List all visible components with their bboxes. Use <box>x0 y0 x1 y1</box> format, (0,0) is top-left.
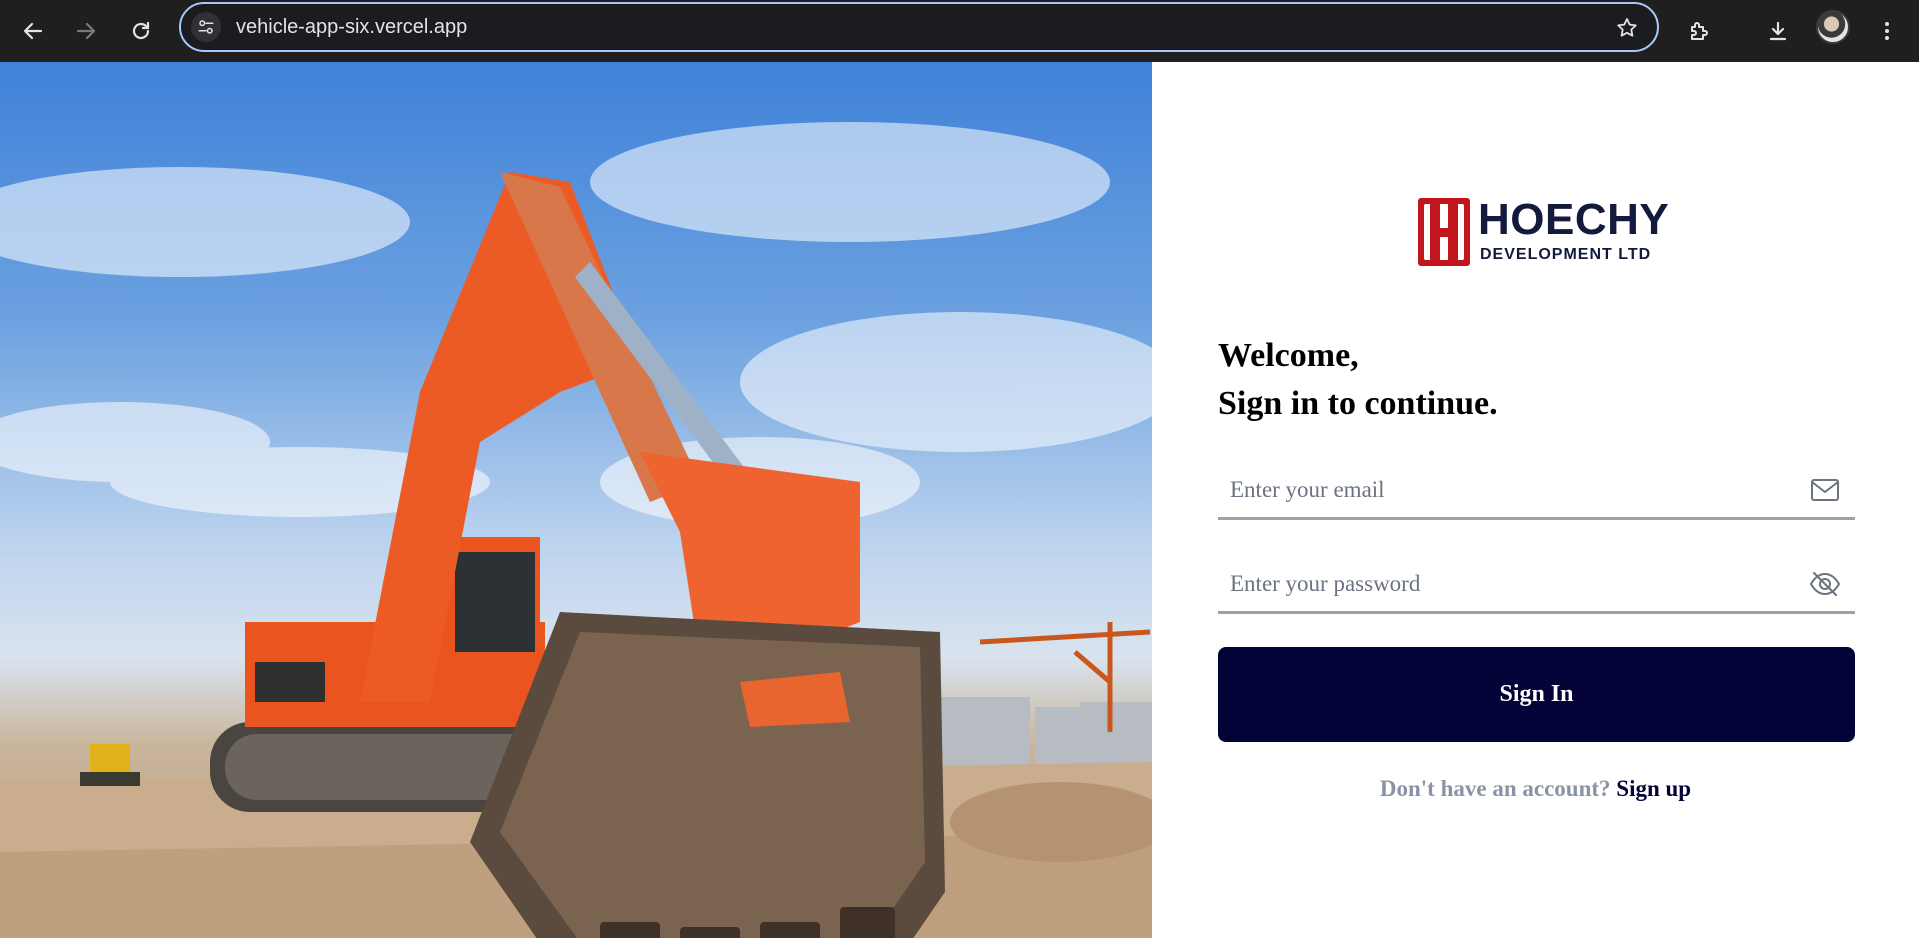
logo-name: HOECHY <box>1478 195 1670 244</box>
logo-mark-icon <box>1418 198 1470 266</box>
logo-subtitle: DEVELOPMENT LTD <box>1480 246 1652 263</box>
url-text[interactable]: vehicle-app-six.vercel.app <box>236 16 467 39</box>
arrow-right-icon <box>76 22 96 40</box>
signup-prompt-line: Don't have an account? Sign up <box>1152 776 1919 802</box>
star-icon[interactable] <box>1615 16 1639 40</box>
kebab-menu-icon <box>1885 22 1889 40</box>
email-input[interactable] <box>1218 462 1855 517</box>
company-logo: HOECHY DEVELOPMENT LTD <box>1418 198 1669 270</box>
eye-off-icon[interactable] <box>1809 570 1841 598</box>
back-button[interactable] <box>13 11 53 51</box>
address-bar[interactable]: vehicle-app-six.vercel.app <box>179 2 1659 52</box>
login-panel: HOECHY DEVELOPMENT LTD Welcome, Sign in … <box>1152 62 1919 938</box>
browser-menu-button[interactable] <box>1867 11 1907 51</box>
puzzle-icon <box>1691 22 1708 40</box>
arrow-left-icon <box>23 22 43 40</box>
site-info-button[interactable] <box>191 12 221 42</box>
mail-icon <box>1811 479 1839 501</box>
signup-prompt: Don't have an account? <box>1379 776 1611 801</box>
password-input[interactable] <box>1218 556 1855 611</box>
password-field <box>1218 556 1855 614</box>
welcome-heading: Welcome, Sign in to continue. <box>1218 332 1498 428</box>
reload-button[interactable] <box>121 11 161 51</box>
welcome-line: Welcome, <box>1218 337 1359 374</box>
extensions-button[interactable] <box>1679 11 1719 51</box>
avatar[interactable] <box>1816 10 1850 44</box>
browser-toolbar: vehicle-app-six.vercel.app <box>0 0 1919 62</box>
excavator-illustration <box>0 122 1152 938</box>
download-icon <box>1769 21 1787 41</box>
welcome-subline: Sign in to continue. <box>1218 385 1498 422</box>
tune-icon <box>198 20 214 34</box>
downloads-button[interactable] <box>1758 11 1798 51</box>
sign-up-link[interactable]: Sign up <box>1616 776 1691 801</box>
sign-in-button[interactable]: Sign In <box>1218 647 1855 742</box>
forward-button[interactable] <box>66 11 106 51</box>
reload-icon <box>132 21 150 40</box>
hero-image <box>0 62 1152 938</box>
email-field <box>1218 462 1855 520</box>
